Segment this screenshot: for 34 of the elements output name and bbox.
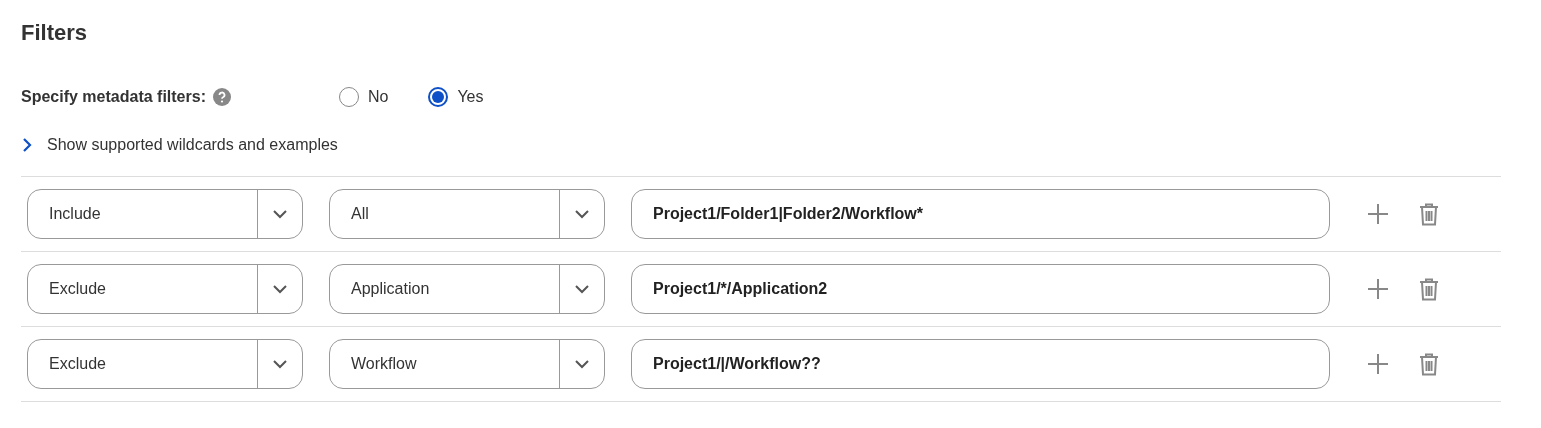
section-title: Filters [21, 19, 88, 47]
expand-link[interactable]: Show supported wildcards and examples [21, 136, 338, 154]
caret-icon [272, 209, 288, 219]
trash-icon [1419, 202, 1439, 226]
delete-button[interactable] [1419, 277, 1439, 301]
field-label: Specify metadata filters: [21, 88, 206, 106]
caret-icon [574, 284, 590, 294]
trash-icon [1419, 352, 1439, 376]
dropdown[interactable]: Application [329, 264, 605, 314]
caret-icon [272, 284, 288, 294]
dropdown[interactable]: All [329, 189, 605, 239]
caret-icon [574, 359, 590, 369]
caret-icon [574, 209, 590, 219]
radio-button[interactable] [428, 87, 449, 107]
path-field[interactable]: Project1/|/Workflow?? [631, 339, 1330, 389]
add-button[interactable] [1367, 278, 1389, 300]
add-button[interactable] [1367, 353, 1389, 375]
dropdown[interactable]: Include [27, 189, 303, 239]
caret-icon [272, 359, 288, 369]
help-icon[interactable] [212, 88, 231, 106]
trash-icon [1419, 277, 1439, 301]
delete-button[interactable] [1419, 352, 1439, 376]
radio-option[interactable]: No [338, 87, 389, 107]
dropdown[interactable]: Workflow [329, 339, 605, 389]
path-field[interactable]: Project1/Folder1|Folder2/Workflow* [631, 189, 1330, 239]
radio-option[interactable]: Yes [428, 87, 484, 107]
dropdown[interactable]: Exclude [27, 264, 303, 314]
plus-icon [1367, 278, 1389, 300]
dropdown[interactable]: Exclude [27, 339, 303, 389]
path-field[interactable]: Project1/*/Application2 [631, 264, 1330, 314]
add-button[interactable] [1367, 203, 1389, 225]
plus-icon [1367, 353, 1389, 375]
delete-button[interactable] [1419, 202, 1439, 226]
plus-icon [1367, 203, 1389, 225]
